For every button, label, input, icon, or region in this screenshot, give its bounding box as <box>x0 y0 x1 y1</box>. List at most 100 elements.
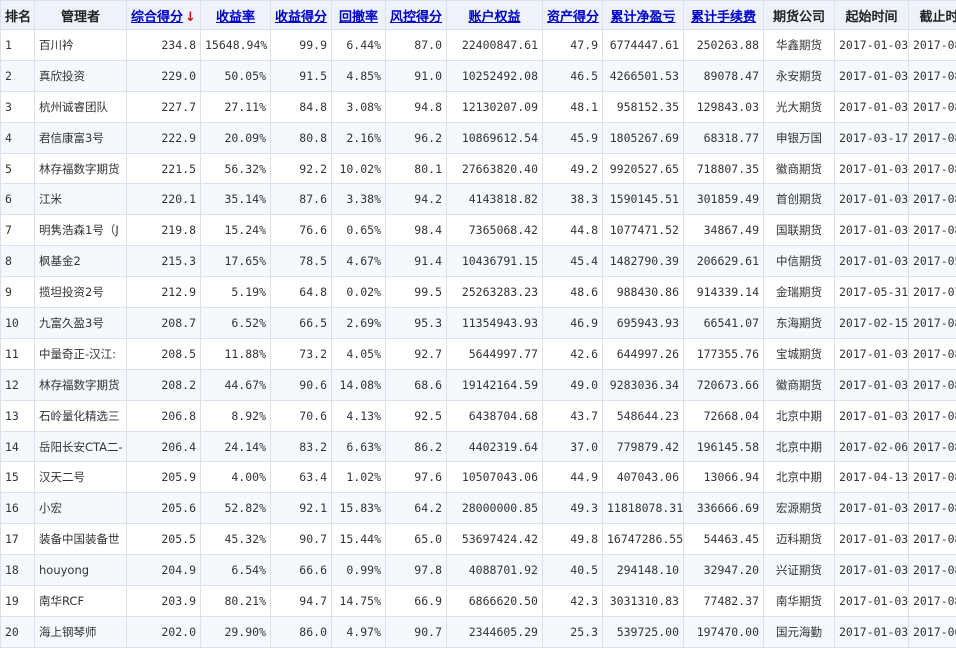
cell-asset-score: 49.2 <box>542 152 603 185</box>
table-row[interactable]: 17 装备中国装备世 205.5 45.32% 90.7 15.44% 65.0 536974… <box>0 523 956 556</box>
table-row[interactable]: 6 江米 220.1 35.14% 87.6 3.38% 94.2 4143818.82 38.… <box>0 183 956 216</box>
table-row[interactable]: 14 岳阳长安CTA二- 206.4 24.14% 83.2 6.63% 86.2 44023… <box>0 430 956 463</box>
cell-fees: 196145.58 <box>683 430 764 463</box>
cell-rank: 12 <box>0 368 35 401</box>
cell-end: 2017-08-07 <box>908 214 956 247</box>
table-row[interactable]: 19 南华RCF 203.9 80.21% 94.7 14.75% 66.9 6866620.… <box>0 585 956 617</box>
column-header-company: 期货公司 <box>763 0 835 30</box>
cell-asset-score: 42.6 <box>542 337 603 370</box>
table-header: 排名 管理者 综合得分 ↓ 收益率 收益得分 回撤率 风控得分 账户权益 资产得分 累计净盈亏 累计手… <box>0 0 956 30</box>
column-header-composite[interactable]: 综合得分 ↓ <box>126 0 201 30</box>
cell-risk-score: 97.6 <box>385 461 447 494</box>
cell-return-rate: 29.90% <box>200 615 271 648</box>
table-row[interactable]: 16 小宏 205.6 52.82% 92.1 15.83% 64.2 28000000.85… <box>0 492 956 525</box>
ranking-table: 排名 管理者 综合得分 ↓ 收益率 收益得分 回撤率 风控得分 账户权益 资产得分 累计净盈亏 累计手… <box>0 0 956 648</box>
cell-composite: 227.7 <box>126 90 201 123</box>
cell-start: 2017-02-06 <box>834 430 909 463</box>
table-row[interactable]: 5 林存福数字期货 221.5 56.32% 92.2 10.02% 80.1 2766382… <box>0 152 956 185</box>
cell-end: 2017-08-07 <box>908 307 956 339</box>
column-header-label: 风控得分 <box>390 9 443 25</box>
cell-return-rate: 50.05% <box>200 59 271 92</box>
cell-manager: houyong <box>34 554 127 587</box>
cell-risk-score: 65.0 <box>385 523 447 556</box>
column-header-label: 资产得分 <box>547 9 600 25</box>
cell-asset-score: 38.3 <box>542 183 603 216</box>
table-row[interactable]: 18 houyong 204.9 6.54% 66.6 0.99% 97.8 4088701.… <box>0 554 956 587</box>
cell-net-pnl: 958152.35 <box>602 90 684 123</box>
cell-return-score: 87.6 <box>270 183 332 216</box>
cell-manager: 杭州诚睿团队 <box>34 90 127 123</box>
cell-manager: 汉天二号 <box>34 461 127 494</box>
cell-fees: 89078.47 <box>683 59 764 92</box>
cell-return-score: 70.6 <box>270 399 332 432</box>
cell-fees: 34867.49 <box>683 214 764 247</box>
cell-fees: 301859.49 <box>683 183 764 216</box>
cell-composite: 206.4 <box>126 430 201 463</box>
cell-manager: 林存福数字期货 <box>34 152 127 185</box>
column-header-asset-score[interactable]: 资产得分 <box>542 0 603 30</box>
cell-net-pnl: 294148.10 <box>602 554 684 587</box>
cell-end: 2017-08-07 <box>908 152 956 185</box>
header-row: 排名 管理者 综合得分 ↓ 收益率 收益得分 回撤率 风控得分 账户权益 资产得分 累计净盈亏 累计手… <box>0 0 956 30</box>
cell-equity: 22400847.61 <box>446 29 543 61</box>
cell-drawdown: 4.13% <box>331 399 386 432</box>
cell-return-rate: 6.52% <box>200 307 271 339</box>
column-header-return-rate[interactable]: 收益率 <box>200 0 271 30</box>
column-header-fees[interactable]: 累计手续费 <box>683 0 764 30</box>
cell-manager: 明隽浩森1号（J <box>34 214 127 247</box>
table-row[interactable]: 12 林存福数字期货 208.2 44.67% 90.6 14.08% 68.6 191421… <box>0 368 956 401</box>
column-header-risk-score[interactable]: 风控得分 <box>385 0 447 30</box>
table-row[interactable]: 7 明隽浩森1号（J 219.8 15.24% 76.6 0.65% 98.4 7365068… <box>0 214 956 247</box>
cell-risk-score: 96.2 <box>385 121 447 154</box>
cell-manager: 装备中国装备世 <box>34 523 127 556</box>
cell-rank: 18 <box>0 554 35 587</box>
cell-company: 徽商期货 <box>763 152 835 185</box>
table-row[interactable]: 8 枫基金2 215.3 17.65% 78.5 4.67% 91.4 10436791.15… <box>0 245 956 278</box>
table-row[interactable]: 13 石岭量化精选三 206.8 8.92% 70.6 4.13% 92.5 6438704.… <box>0 399 956 432</box>
cell-asset-score: 47.9 <box>542 29 603 61</box>
cell-net-pnl: 539725.00 <box>602 615 684 648</box>
cell-composite: 205.5 <box>126 523 201 556</box>
table-row[interactable]: 20 海上钢琴师 202.0 29.90% 86.0 4.97% 90.7 2344605.2… <box>0 615 956 648</box>
cell-composite: 208.2 <box>126 368 201 401</box>
cell-risk-score: 94.2 <box>385 183 447 216</box>
cell-company: 北京中期 <box>763 430 835 463</box>
table-row[interactable]: 9 揽坦投资2号 212.9 5.19% 64.8 0.02% 99.5 25263283.2… <box>0 276 956 309</box>
cell-company: 光大期货 <box>763 90 835 123</box>
sort-desc-icon[interactable]: ↓ <box>185 10 196 25</box>
column-header-equity[interactable]: 账户权益 <box>446 0 543 30</box>
column-header-drawdown[interactable]: 回撤率 <box>331 0 386 30</box>
cell-drawdown: 0.99% <box>331 554 386 587</box>
cell-company: 徽商期货 <box>763 368 835 401</box>
cell-net-pnl: 6774447.61 <box>602 29 684 61</box>
cell-start: 2017-01-03 <box>834 152 909 185</box>
cell-start: 2017-01-03 <box>834 554 909 587</box>
cell-end: 2017-08-07 <box>908 492 956 525</box>
cell-return-rate: 4.00% <box>200 461 271 494</box>
cell-equity: 4143818.82 <box>446 183 543 216</box>
cell-company: 兴证期货 <box>763 554 835 587</box>
table-row[interactable]: 11 中量奇正-汉江: 208.5 11.88% 73.2 4.05% 92.7 564499… <box>0 337 956 370</box>
table-row[interactable]: 15 汉天二号 205.9 4.00% 63.4 1.02% 97.6 10507043.06… <box>0 461 956 494</box>
table-row[interactable]: 2 真欣投资 229.0 50.05% 91.5 4.85% 91.0 10252492.08… <box>0 59 956 92</box>
cell-asset-score: 48.1 <box>542 90 603 123</box>
table-row[interactable]: 10 九富久盈3号 208.7 6.52% 66.5 2.69% 95.3 11354943.… <box>0 307 956 339</box>
table-row[interactable]: 3 杭州诚睿团队 227.7 27.11% 84.8 3.08% 94.8 12130207.… <box>0 90 956 123</box>
cell-fees: 68318.77 <box>683 121 764 154</box>
cell-fees: 32947.20 <box>683 554 764 587</box>
column-header-return-score[interactable]: 收益得分 <box>270 0 332 30</box>
cell-asset-score: 37.0 <box>542 430 603 463</box>
cell-manager: 海上钢琴师 <box>34 615 127 648</box>
cell-start: 2017-01-03 <box>834 90 909 123</box>
cell-rank: 2 <box>0 59 35 92</box>
column-header-start: 起始时间 <box>834 0 909 30</box>
table-row[interactable]: 1 百川衿 234.8 15648.94% 99.9 6.44% 87.0 22400847.… <box>0 29 956 61</box>
cell-rank: 4 <box>0 121 35 154</box>
column-header-net-pnl[interactable]: 累计净盈亏 <box>602 0 684 30</box>
cell-manager: 南华RCF <box>34 585 127 617</box>
cell-composite: 208.7 <box>126 307 201 339</box>
cell-composite: 205.9 <box>126 461 201 494</box>
cell-return-score: 80.8 <box>270 121 332 154</box>
table-row[interactable]: 4 君信康富3号 222.9 20.09% 80.8 2.16% 96.2 10869612.… <box>0 121 956 154</box>
column-header-manager: 管理者 <box>34 0 127 30</box>
